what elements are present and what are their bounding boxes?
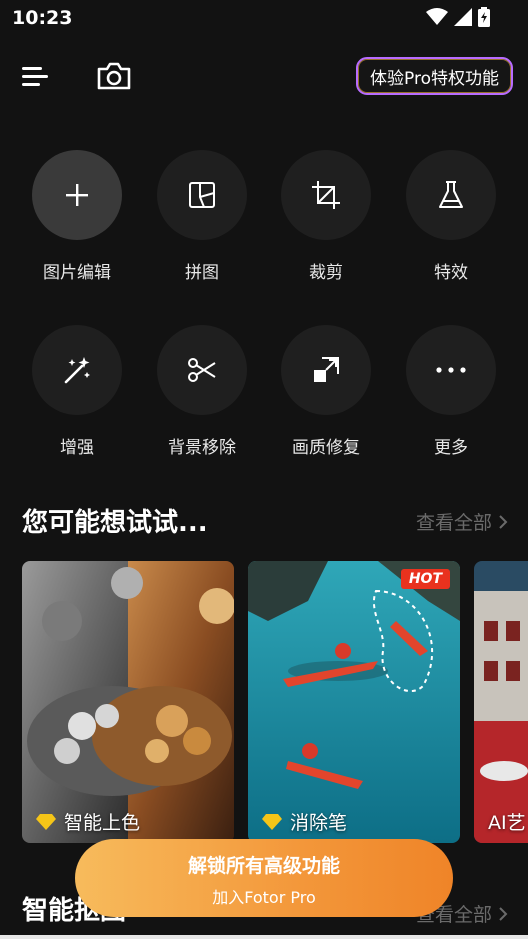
tool-label: 特效 bbox=[434, 263, 468, 283]
card-label: AI艺 bbox=[488, 808, 526, 835]
hot-badge: HOT bbox=[400, 569, 450, 589]
suggestion-cards: 智能上色 HOT 消除笔 AI艺 bbox=[22, 561, 528, 843]
tool-label: 更多 bbox=[434, 438, 468, 458]
signal-icon bbox=[454, 8, 472, 26]
tool-circle bbox=[281, 325, 371, 415]
tool-circle bbox=[406, 150, 496, 240]
tool-label: 裁剪 bbox=[309, 263, 343, 283]
card-eraser[interactable]: HOT 消除笔 bbox=[248, 561, 460, 843]
card-label-text: AI艺 bbox=[488, 812, 526, 834]
tool-more[interactable]: 更多 bbox=[389, 325, 513, 465]
tool-collage[interactable]: 拼图 bbox=[140, 150, 264, 290]
tool-label: 画质修复 bbox=[292, 438, 360, 458]
diamond-icon bbox=[36, 813, 56, 830]
card-label: 消除笔 bbox=[262, 808, 347, 835]
chevron-right-icon bbox=[499, 906, 508, 921]
card-label: 智能上色 bbox=[36, 808, 140, 835]
tool-label: 图片编辑 bbox=[43, 263, 111, 283]
unlock-title: 解锁所有高级功能 bbox=[187, 855, 340, 877]
eraser-preview-image bbox=[248, 561, 460, 843]
card-label-text: 消除笔 bbox=[290, 812, 348, 834]
ai-art-preview-image bbox=[474, 561, 528, 843]
unlock-pro-button[interactable]: 解锁所有高级功能 加入Fotor Pro bbox=[75, 839, 453, 917]
tool-circle bbox=[32, 150, 122, 240]
diamond-icon bbox=[262, 813, 282, 830]
tool-background-remove[interactable]: 背景移除 bbox=[140, 325, 264, 465]
flask-icon bbox=[439, 181, 463, 208]
battery-icon bbox=[478, 7, 490, 27]
see-all-label: 查看全部 bbox=[415, 512, 492, 534]
tool-crop[interactable]: 裁剪 bbox=[264, 150, 388, 290]
tool-circle bbox=[406, 325, 496, 415]
tool-circle bbox=[32, 325, 122, 415]
more-dots-icon bbox=[436, 367, 466, 373]
tool-circle bbox=[157, 325, 247, 415]
tool-circle bbox=[281, 150, 371, 240]
scissors-icon bbox=[188, 358, 216, 382]
collage-icon bbox=[189, 182, 215, 208]
card-label-text: 智能上色 bbox=[64, 812, 141, 834]
chevron-right-icon bbox=[499, 514, 508, 529]
tool-circle bbox=[157, 150, 247, 240]
wifi-icon bbox=[426, 8, 448, 25]
tool-photo-edit[interactable]: 图片编辑 bbox=[15, 150, 139, 290]
plus-icon bbox=[66, 184, 88, 206]
camera-icon[interactable] bbox=[96, 60, 132, 92]
upscale-icon bbox=[314, 357, 339, 382]
tool-label: 增强 bbox=[60, 438, 94, 458]
unlock-subtitle: 加入Fotor Pro bbox=[212, 888, 316, 907]
tool-label: 拼图 bbox=[185, 263, 219, 283]
tool-effects[interactable]: 特效 bbox=[389, 150, 513, 290]
pro-trial-button[interactable]: 体验Pro特权功能 bbox=[356, 57, 513, 95]
top-bar: 体验Pro特权功能 bbox=[0, 52, 528, 102]
colorize-preview-image bbox=[22, 561, 234, 843]
suggestions-title: 您可能想试试... bbox=[22, 508, 208, 538]
magic-wand-icon bbox=[64, 357, 90, 384]
card-ai-art[interactable]: AI艺 bbox=[474, 561, 528, 843]
tool-quality-restore[interactable]: 画质修复 bbox=[264, 325, 388, 465]
suggestions-see-all[interactable]: 查看全部 bbox=[416, 508, 508, 535]
menu-icon[interactable] bbox=[20, 62, 50, 90]
status-time: 10:23 bbox=[12, 7, 73, 29]
bottom-divider bbox=[0, 935, 528, 939]
tool-label: 背景移除 bbox=[168, 438, 236, 458]
card-smart-colorize[interactable]: 智能上色 bbox=[22, 561, 234, 843]
crop-icon bbox=[312, 181, 340, 209]
tool-enhance[interactable]: 增强 bbox=[15, 325, 139, 465]
status-bar: 10:23 bbox=[0, 0, 528, 36]
status-icons bbox=[426, 7, 490, 27]
